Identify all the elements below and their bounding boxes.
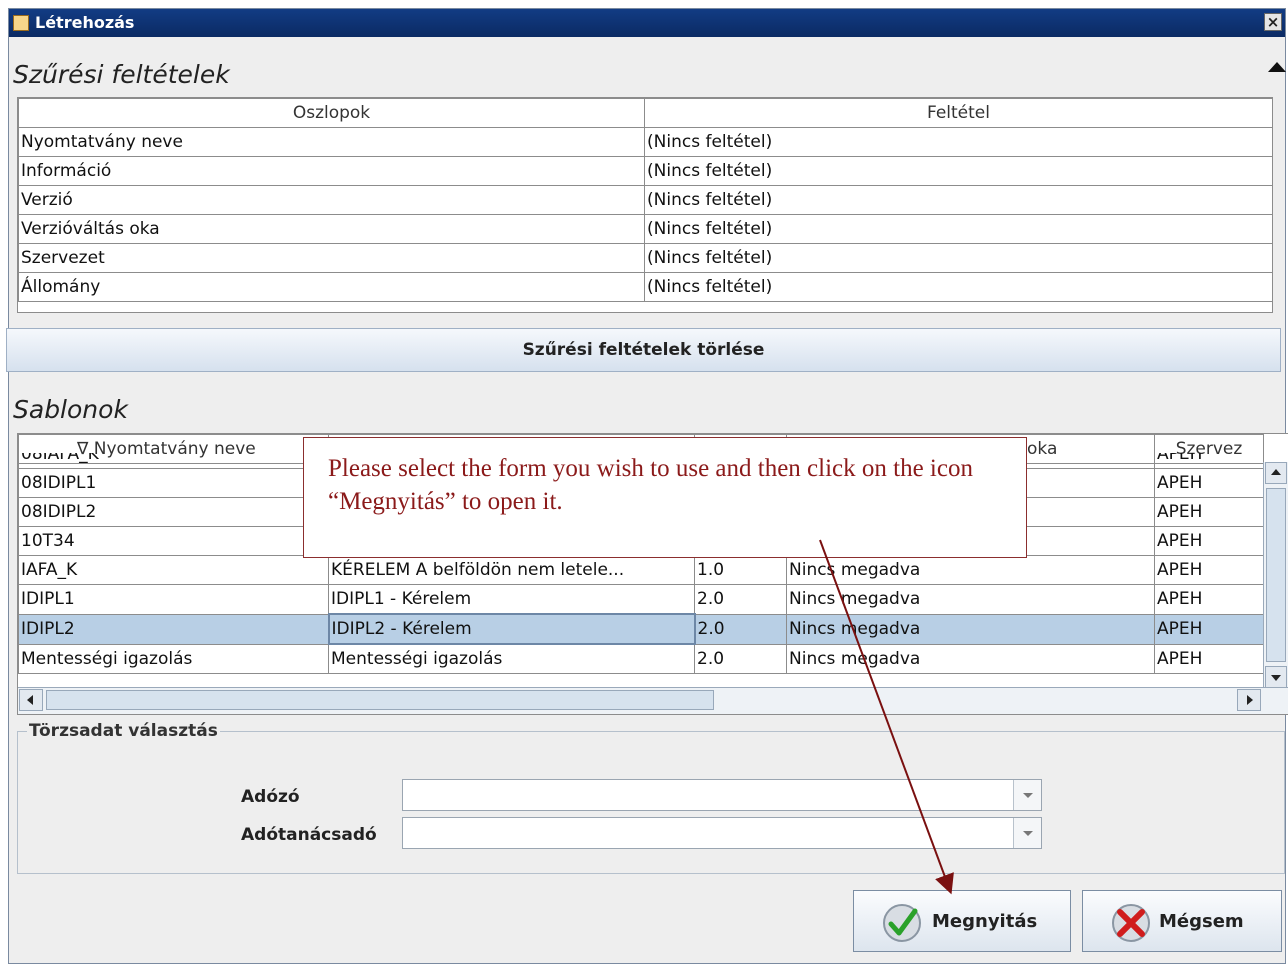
organization-cell: APEH [1154,584,1264,615]
organization-cell: APEH [1154,526,1264,556]
title-bar: Létrehozás × [9,9,1285,37]
table-row[interactable]: Szervezet (Nincs feltétel) [18,243,1272,273]
info-cell: IDIPL2 - Kérelem [327,613,696,645]
reason-cell: Nincs megadva [786,555,1155,585]
close-icon[interactable]: × [1264,13,1282,31]
vertical-scrollbar[interactable] [1263,462,1288,688]
version-cell: 2.0 [694,643,787,674]
column-header-oszlopok[interactable]: Oszlopok [18,98,645,128]
form-name-cell: 08IDIPL2 [18,497,329,527]
table-row[interactable]: Állomány (Nincs feltétel) [18,272,1272,302]
filter-column-cell: Verzió [18,185,645,215]
form-name-cell: 10T34 [18,526,329,556]
reason-cell: Nincs megadva [786,643,1155,674]
tax-advisor-combobox[interactable] [402,817,1042,849]
instruction-callout: Please select the form you wish to use a… [303,437,1027,558]
table-row[interactable]: IDIPL1 IDIPL1 - Kérelem 2.0 Nincs megadva AP… [18,584,1264,615]
version-cell: 1.0 [694,555,787,585]
form-name-cell: 08IDIPL1 [18,468,329,498]
filter-condition-cell[interactable]: (Nincs feltétel) [644,156,1272,186]
reason-cell: Nincs megadva [786,584,1155,615]
selected-table-row[interactable]: IDIPL2 IDIPL2 - Kérelem 2.0 Nincs megadva AP… [18,613,1264,645]
tax-advisor-label: Adótanácsadó [241,825,377,845]
info-cell: KÉRELEM A belföldön nem letele... [328,555,695,585]
form-name-cell: IDIPL1 [18,584,329,615]
chevron-down-icon[interactable] [1013,818,1041,848]
form-name-cell: 08IAFA_K [18,453,329,469]
scroll-up-icon[interactable] [1265,462,1287,484]
filters-table-panel: Oszlopok Feltétel Nyomtatvány neve (Nincs… [17,97,1273,313]
table-row[interactable]: Információ (Nincs feltétel) [18,156,1272,186]
version-cell: 2.0 [694,613,787,645]
filter-column-cell: Szervezet [18,243,645,273]
scroll-down-icon[interactable] [1265,666,1287,688]
scroll-right-icon[interactable] [1237,689,1261,711]
organization-cell: APEH [1154,468,1264,498]
organization-cell: APEH [1154,497,1264,527]
reason-cell: Nincs megadva [786,613,1155,645]
scroll-left-icon[interactable] [19,689,43,711]
table-row[interactable]: Mentességi igazolás Mentességi igazolás 2.… [18,643,1264,674]
templates-title: Sablonok [13,395,128,424]
form-name-cell: IDIPL2 [18,613,329,645]
open-button-label: Megnyitás [932,911,1038,932]
info-cell: IDIPL1 - Kérelem [328,584,695,615]
clear-filters-button[interactable]: Szűrési feltételek törlése [6,328,1281,372]
table-row[interactable]: Verzióváltás oka (Nincs feltétel) [18,214,1272,244]
filter-condition-cell[interactable]: (Nincs feltétel) [644,243,1272,273]
cancel-x-icon [1112,904,1150,942]
window-title: Létrehozás [35,13,135,32]
form-name-cell: IAFA_K [18,555,329,585]
organization-cell: APEH [1154,613,1264,645]
java-app-icon [13,15,29,31]
horizontal-scroll-thumb[interactable] [46,690,714,710]
taxpayer-combobox[interactable] [402,779,1042,811]
filter-column-cell: Állomány [18,272,645,302]
table-row[interactable]: IAFA_K KÉRELEM A belföldön nem letele... 1… [18,555,1264,585]
table-row[interactable]: Nyomtatvány neve (Nincs feltétel) [18,127,1272,157]
open-button[interactable]: Megnyitás [853,890,1071,952]
filters-title: Szűrési feltételek [13,60,230,89]
column-header-feltetel[interactable]: Feltétel [644,98,1272,128]
organization-cell: APEH [1154,555,1264,585]
checkmark-icon [883,904,921,942]
info-cell: Mentességi igazolás [328,643,695,674]
cancel-button[interactable]: Mégsem [1082,890,1282,952]
chevron-down-icon[interactable] [1013,780,1041,810]
filter-column-cell: Verzióváltás oka [18,214,645,244]
filter-column-cell: Nyomtatvány neve [18,127,645,157]
master-data-legend: Törzsadat választás [27,721,220,741]
version-cell: 2.0 [694,584,787,615]
organization-cell: APEH [1154,453,1263,469]
filter-condition-cell[interactable]: (Nincs feltétel) [644,127,1272,157]
filter-condition-cell[interactable]: (Nincs feltétel) [644,214,1272,244]
table-row[interactable]: Verzió (Nincs feltétel) [18,185,1272,215]
collapse-arrow-icon[interactable] [1268,62,1286,72]
filter-column-cell: Információ [18,156,645,186]
form-name-cell: Mentességi igazolás [18,643,329,674]
filter-condition-cell[interactable]: (Nincs feltétel) [644,185,1272,215]
cancel-button-label: Mégsem [1159,911,1244,932]
organization-cell: APEH [1154,643,1264,674]
filter-condition-cell[interactable]: (Nincs feltétel) [644,272,1272,302]
vertical-scroll-thumb[interactable] [1266,488,1286,662]
taxpayer-label: Adózó [241,787,300,807]
horizontal-scrollbar[interactable] [18,687,1288,714]
filters-table: Oszlopok Feltétel Nyomtatvány neve (Nincs… [18,98,1272,302]
